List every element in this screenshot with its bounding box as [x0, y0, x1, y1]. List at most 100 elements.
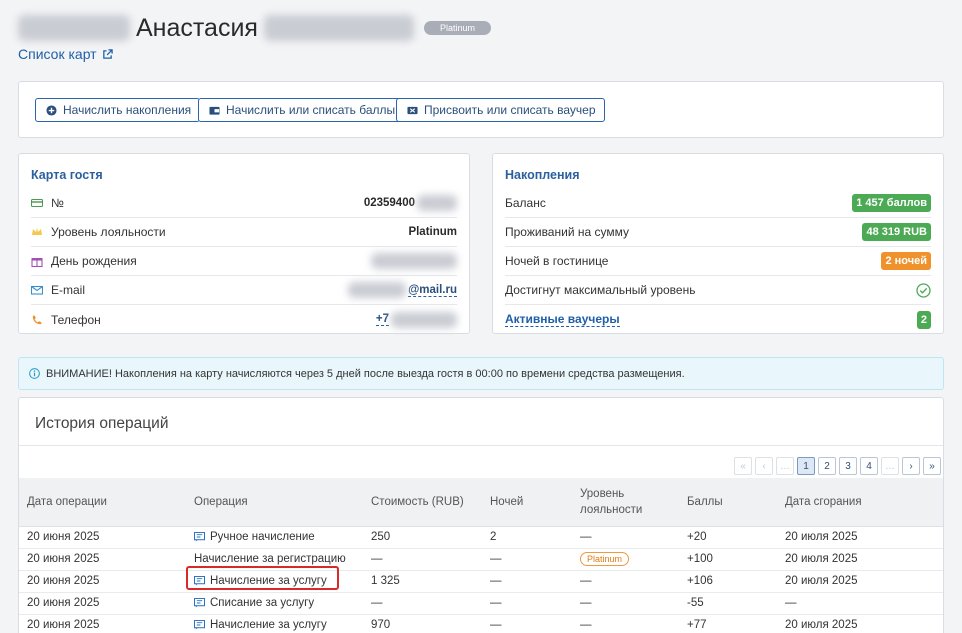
column-header: Операция — [186, 478, 363, 527]
guest-first-name: Анастасия — [136, 13, 258, 42]
nights-label: Ночей в гостинице — [505, 254, 609, 268]
guest-card-title: Карта гостя — [31, 168, 103, 182]
tier-cell: — — [572, 614, 679, 633]
divider — [19, 445, 943, 446]
loyalty-level-label: Уровень лояльности — [51, 225, 166, 239]
history-panel: История операций « ‹ … 1 2 3 4 … › » Дат… — [18, 397, 944, 633]
comment-icon — [194, 598, 205, 608]
birthday-label: День рождения — [51, 254, 137, 268]
pager-page-1[interactable]: 1 — [797, 457, 815, 475]
external-link-icon — [102, 48, 113, 59]
card-number-value: 02359400 — [363, 197, 415, 209]
points-button[interactable]: Начислить или списать баллы — [198, 98, 405, 122]
nights-badge: 2 ночей — [881, 252, 931, 270]
balance-badge: 1 457 баллов — [852, 194, 931, 212]
redacted-patronymic — [263, 15, 414, 41]
balance-row: Баланс 1 457 баллов — [505, 189, 931, 218]
pager-page-2[interactable]: 2 — [818, 457, 836, 475]
pager-last[interactable]: » — [923, 457, 941, 475]
email-value[interactable]: @mail.ru — [408, 284, 457, 297]
savings-title: Накопления — [505, 168, 580, 182]
tier-cell: — — [572, 526, 679, 549]
redacted-email-user — [348, 282, 407, 298]
savings-panel: Накопления Баланс 1 457 баллов Проживани… — [492, 153, 944, 334]
expiry-cell: 20 июля 2025 — [777, 614, 943, 633]
points-cell: -55 — [679, 592, 777, 615]
history-title: История операций — [35, 415, 169, 432]
pager-page-3[interactable]: 3 — [839, 457, 857, 475]
envelope-icon — [31, 285, 43, 295]
column-header: Дата сгорания — [777, 478, 943, 527]
tier-value: — — [580, 597, 592, 609]
table-row: 20 июня 2025 Начисление за услугу 970— — +77… — [19, 614, 943, 633]
card-number-label: № — [51, 196, 64, 210]
notice-text: ВНИМАНИЕ! Накопления на карту начисляютс… — [46, 367, 685, 380]
redacted-phone — [391, 311, 457, 328]
stays-sum-label: Проживаний на сумму — [505, 225, 629, 239]
stays-sum-badge: 48 319 RUB — [862, 223, 931, 241]
accrue-button-label: Начислить накопления — [63, 103, 192, 117]
pager-prev[interactable]: ‹ — [755, 457, 773, 475]
redacted-last-name — [18, 15, 130, 41]
date-cell: 20 июня 2025 — [19, 526, 186, 549]
email-label: E-mail — [51, 283, 86, 297]
active-vouchers-link[interactable]: Активные ваучеры — [505, 312, 620, 327]
guest-header: Анастасия Platinum — [18, 8, 491, 48]
pager-ellipsis: … — [881, 457, 899, 475]
nights-cell: — — [482, 548, 572, 571]
card-icon — [31, 198, 43, 208]
cost-cell: 970 — [363, 614, 482, 633]
column-header: Дата операции — [19, 478, 186, 527]
pager-first[interactable]: « — [734, 457, 752, 475]
tier-tag: Platinum — [580, 552, 630, 566]
pager-next[interactable]: › — [902, 457, 920, 475]
operations-table: Дата операции Операция Стоимость (RUB) Н… — [19, 478, 943, 633]
expiry-cell: — — [777, 592, 943, 615]
voucher-button-label: Присвоить или списать ваучер — [424, 103, 596, 117]
cost-cell: — — [363, 592, 482, 615]
stays-sum-row: Проживаний на сумму 48 319 RUB — [505, 218, 931, 247]
operation-cell: Ручное начисление — [186, 526, 363, 549]
pager-ellipsis: … — [776, 457, 794, 475]
voucher-button[interactable]: Присвоить или списать ваучер — [396, 98, 605, 122]
table-header-row: Дата операции Операция Стоимость (RUB) Н… — [19, 478, 943, 527]
nights-cell: 2 — [482, 526, 572, 549]
column-header: Уровень лояльности — [572, 478, 679, 527]
email-row: E-mail @mail.ru — [31, 276, 457, 305]
comment-icon — [194, 532, 205, 542]
notice-banner: ВНИМАНИЕ! Накопления на карту начисляютс… — [18, 357, 944, 390]
crown-icon — [32, 228, 42, 235]
operation-label: Ручное начисление — [210, 531, 315, 543]
accrue-button[interactable]: Начислить накопления — [35, 98, 201, 122]
max-level-label: Достигнут максимальный уровень — [505, 283, 696, 297]
pager-page-4[interactable]: 4 — [860, 457, 878, 475]
table-row: 20 июня 2025 Ручное начисление 250 2 — +20 20 … — [19, 526, 943, 549]
operation-cell: Начисление за услугу — [186, 614, 363, 633]
nights-cell: — — [482, 570, 572, 593]
tier-badge: Platinum — [423, 21, 491, 35]
balance-label: Баланс — [505, 196, 546, 210]
cards-list-link[interactable]: Список карт — [18, 46, 113, 62]
operation-label: Списание за услугу — [210, 597, 315, 609]
column-header: Баллы — [679, 478, 777, 527]
cost-cell: 1 325 — [363, 570, 482, 593]
nights-cell: — — [482, 592, 572, 615]
nights-row: Ночей в гостинице 2 ночей — [505, 247, 931, 276]
tier-cell: — — [572, 592, 679, 615]
phone-value[interactable]: +7 — [375, 313, 389, 326]
check-circle-icon — [916, 282, 931, 298]
redacted-birthday — [371, 253, 457, 269]
phone-row: Телефон +7 — [31, 305, 457, 334]
table-row: 20 июня 2025 Начисление за услугу 1 325— — +… — [19, 570, 943, 593]
points-cell: +20 — [679, 526, 777, 549]
operation-cell: Списание за услугу — [186, 592, 363, 615]
table-row: 20 июня 2025 Начисление за регистрацию — — P… — [19, 548, 943, 571]
wallet-icon — [209, 106, 220, 115]
operation-label: Начисление за услугу — [210, 619, 327, 631]
expiry-cell: 20 июля 2025 — [777, 526, 943, 549]
loyalty-level-value: Platinum — [408, 226, 457, 238]
date-cell: 20 июня 2025 — [19, 614, 186, 633]
gift-icon — [31, 258, 43, 267]
points-cell: +106 — [679, 570, 777, 593]
points-cell: +77 — [679, 614, 777, 633]
